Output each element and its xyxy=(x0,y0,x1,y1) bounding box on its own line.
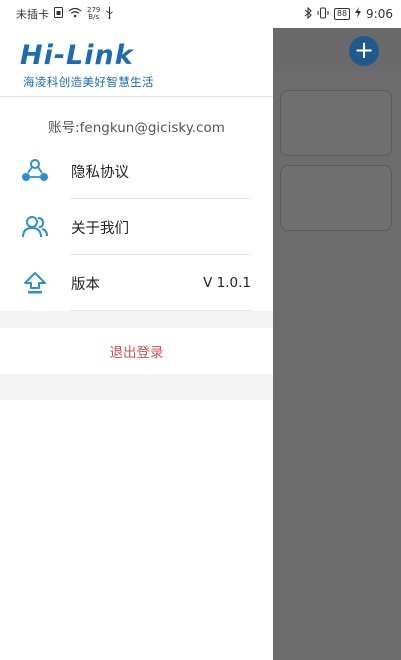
wifi-icon xyxy=(68,7,82,21)
menu-label-version: 版本 xyxy=(71,276,100,293)
network-speed: 279 B/s xyxy=(87,6,101,21)
menu-item-version[interactable]: 版本 V 1.0.1 xyxy=(0,255,273,311)
background-toolbar xyxy=(273,28,401,70)
usb-icon xyxy=(105,6,114,22)
section-separator xyxy=(0,374,273,400)
users-icon xyxy=(20,212,50,242)
device-card[interactable] xyxy=(280,90,392,156)
plus-icon: + xyxy=(353,36,375,64)
logo-header: Hi-Link 海凌科创造美好智慧生活 xyxy=(0,28,273,97)
section-separator xyxy=(0,311,273,328)
vibrate-icon xyxy=(317,7,329,22)
version-number: V 1.0.1 xyxy=(203,275,251,291)
menu-label-about: 关于我们 xyxy=(71,220,129,237)
logout-button[interactable]: 退出登录 xyxy=(0,328,273,374)
brand-tagline: 海凌科创造美好智慧生活 xyxy=(23,75,154,89)
add-device-button[interactable]: + xyxy=(349,36,379,66)
menu-label-privacy: 隐私协议 xyxy=(71,164,129,181)
menu-item-privacy[interactable]: 隐私协议 xyxy=(0,143,273,199)
battery-indicator: 88 xyxy=(333,8,351,20)
bluetooth-icon xyxy=(304,6,312,22)
navigation-drawer: Hi-Link 海凌科创造美好智慧生活 账号:fengkun@gicisky.c… xyxy=(0,28,273,660)
clock: 9:06 xyxy=(366,7,393,21)
menu-item-about[interactable]: 关于我们 xyxy=(0,199,273,255)
sim-icon xyxy=(54,7,63,21)
device-card[interactable] xyxy=(280,165,392,231)
account-label: 账号:fengkun@gicisky.com xyxy=(48,120,225,136)
carrier-label: 未插卡 xyxy=(16,8,49,21)
charging-icon xyxy=(355,7,362,21)
upload-icon xyxy=(20,268,50,298)
status-bar: 未插卡 279 B/s 88 9:06 xyxy=(0,0,401,28)
brand-logo: Hi-Link xyxy=(20,40,134,71)
share-nodes-icon xyxy=(20,156,50,186)
